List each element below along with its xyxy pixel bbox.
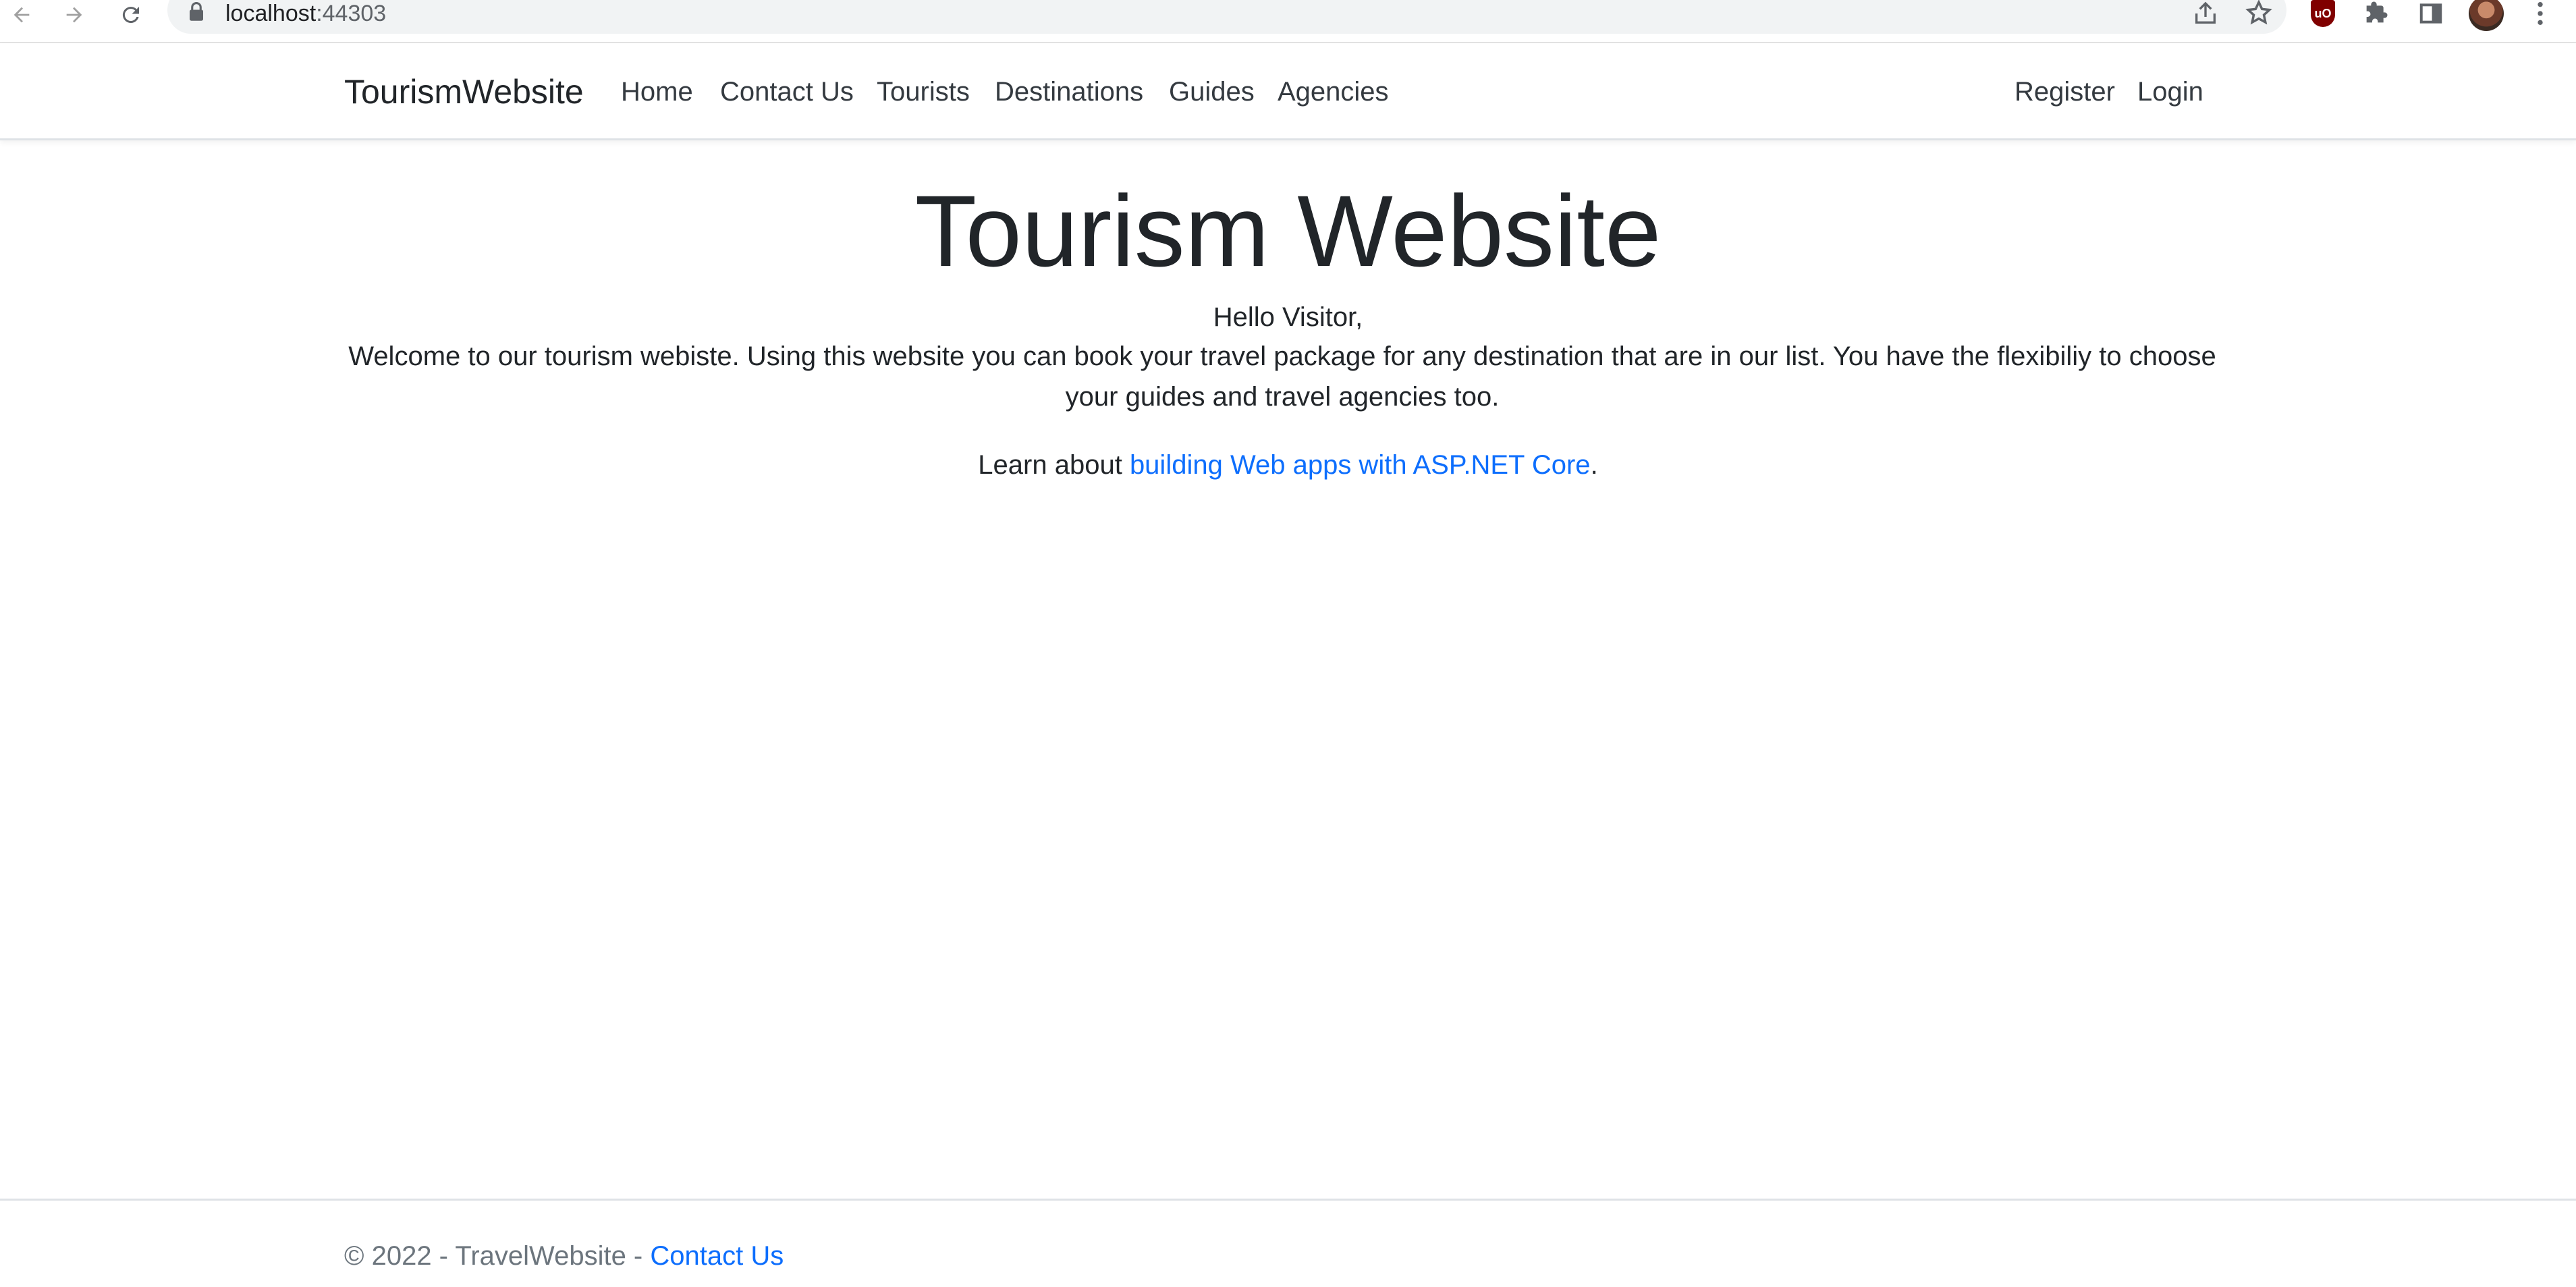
star-icon[interactable] xyxy=(2245,0,2273,30)
learn-paragraph: Learn about building Web apps with ASP.N… xyxy=(978,450,1598,480)
address-bar[interactable]: localhost:44303 xyxy=(167,0,2286,34)
greeting-text: Hello Visitor, xyxy=(1213,302,1363,332)
nav-guides[interactable]: Guides xyxy=(1169,76,1255,108)
nav-tourists[interactable]: Tourists xyxy=(877,76,970,108)
lock-icon xyxy=(188,1,205,25)
nav-login[interactable]: Login xyxy=(2137,76,2203,108)
side-panel-icon[interactable] xyxy=(2415,0,2447,28)
footer-copyright: © 2022 - TravelWebsite - Contact Us xyxy=(344,1241,784,1271)
nav-destinations[interactable]: Destinations xyxy=(995,76,1143,108)
nav-contact-us[interactable]: Contact Us xyxy=(720,76,854,108)
browser-toolbar: localhost:44303 uO xyxy=(0,0,2576,43)
back-icon[interactable] xyxy=(1,0,42,30)
url-text: localhost:44303 xyxy=(225,1,387,26)
reload-icon[interactable] xyxy=(111,0,151,30)
nav-register[interactable]: Register xyxy=(2015,76,2115,108)
page-title: Tourism Website xyxy=(914,174,1662,287)
site-footer: © 2022 - TravelWebsite - Contact Us xyxy=(0,1199,2576,1287)
site-navbar: TourismWebsite Home Contact Us Tourists … xyxy=(0,43,2576,140)
aspnet-core-link[interactable]: building Web apps with ASP.NET Core xyxy=(1130,450,1591,480)
forward-icon[interactable] xyxy=(54,0,94,30)
share-icon[interactable] xyxy=(2192,0,2219,30)
nav-agencies[interactable]: Agencies xyxy=(1278,76,1389,108)
ublock-icon[interactable]: uO xyxy=(2307,0,2339,28)
nav-home[interactable]: Home xyxy=(621,76,693,108)
brand-link[interactable]: TourismWebsite xyxy=(344,72,584,112)
profile-avatar[interactable] xyxy=(2469,0,2504,31)
intro-paragraph: Welcome to our tourism webiste. Using th… xyxy=(348,341,2216,412)
menu-icon[interactable] xyxy=(2524,0,2556,28)
footer-contact-link[interactable]: Contact Us xyxy=(650,1241,784,1271)
extensions-icon[interactable] xyxy=(2359,0,2392,28)
